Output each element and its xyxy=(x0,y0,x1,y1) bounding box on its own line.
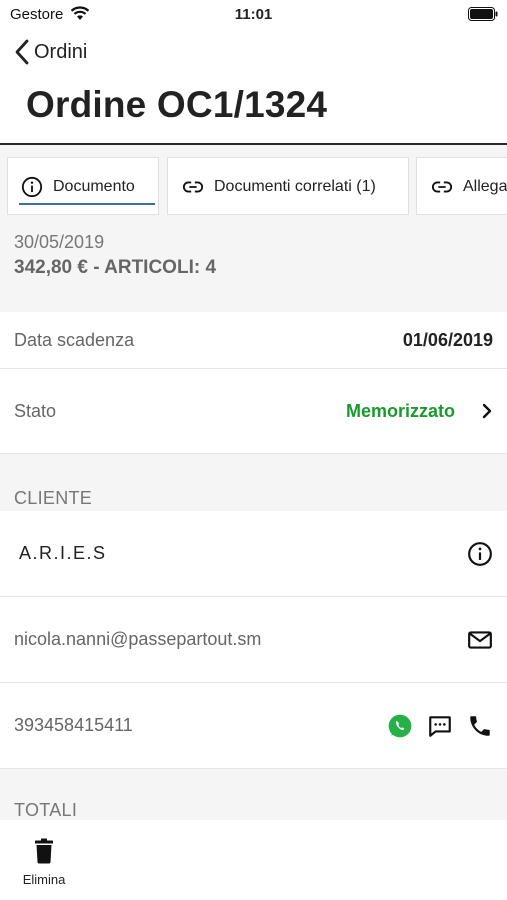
tab-documenti-correlati[interactable]: Documenti correlati (1) xyxy=(167,157,409,215)
client-email-row: nicola.nanni@passepartout.sm xyxy=(0,597,507,683)
tab-documento[interactable]: Documento xyxy=(7,157,159,215)
client-phone: 393458415411 xyxy=(14,715,133,735)
link-icon xyxy=(431,181,453,193)
due-date-value: 01/06/2019 xyxy=(402,329,493,350)
back-label: Ordini xyxy=(34,40,88,63)
link-icon xyxy=(182,181,204,193)
client-name-row: A.R.I.E.S xyxy=(0,511,507,597)
due-date-label: Data scadenza xyxy=(14,329,135,350)
client-card: A.R.I.E.S nicola.nanni@passepartout.sm 3… xyxy=(0,511,507,769)
status-value: Memorizzato xyxy=(345,400,455,421)
order-date: 30/05/2019 xyxy=(14,232,105,252)
page-title: Ordine OC1/1324 xyxy=(26,84,328,125)
back-button[interactable]: Ordini xyxy=(14,38,87,66)
chevron-left-icon xyxy=(15,39,29,65)
mail-icon xyxy=(468,630,492,649)
totals-section-header: TOTALI xyxy=(14,800,78,820)
tab-label: Documento xyxy=(53,178,135,195)
active-tab-indicator xyxy=(19,203,155,205)
status-label: Stato xyxy=(14,400,57,421)
trash-icon xyxy=(35,838,53,864)
whatsapp-button[interactable] xyxy=(387,713,413,739)
due-date-row: Data scadenza 01/06/2019 xyxy=(0,312,507,369)
whatsapp-icon xyxy=(388,714,412,737)
client-phone-row: 393458415411 xyxy=(0,683,507,769)
phone-icon xyxy=(470,715,490,736)
sms-button[interactable] xyxy=(427,713,453,739)
info-icon xyxy=(21,176,43,198)
info-icon xyxy=(468,541,492,566)
client-email: nicola.nanni@passepartout.sm xyxy=(14,629,262,649)
call-button[interactable] xyxy=(467,713,493,739)
order-total: 342,80 € - ARTICOLI: 4 xyxy=(14,257,217,278)
tab-bar: Documento Documenti correlati (1) Allega… xyxy=(0,147,507,225)
status-row[interactable]: Stato Memorizzato xyxy=(0,369,507,454)
tab-label: Documenti correlati (1) xyxy=(214,178,376,195)
clock: 11:01 xyxy=(234,6,273,23)
status-bar: Gestore 11:01 xyxy=(0,0,507,28)
client-info-button[interactable] xyxy=(467,541,493,567)
client-section-header: CLIENTE xyxy=(14,488,93,508)
tab-label: Allegati xyxy=(463,178,507,195)
navigation-header: Gestore 11:01 Ordini Ordine OC1/1324 xyxy=(0,0,507,145)
order-summary: 30/05/2019 342,80 € - ARTICOLI: 4 xyxy=(14,232,216,279)
chevron-right-icon xyxy=(482,403,492,419)
delete-button[interactable]: Elimina xyxy=(16,838,72,887)
send-email-button[interactable] xyxy=(467,627,493,653)
client-name: A.R.I.E.S xyxy=(19,543,107,563)
delete-label: Elimina xyxy=(22,872,66,887)
bottom-toolbar: Elimina xyxy=(0,820,507,900)
tab-allegati[interactable]: Allegati xyxy=(416,157,507,215)
message-icon xyxy=(429,715,451,737)
battery-icon xyxy=(468,7,498,21)
